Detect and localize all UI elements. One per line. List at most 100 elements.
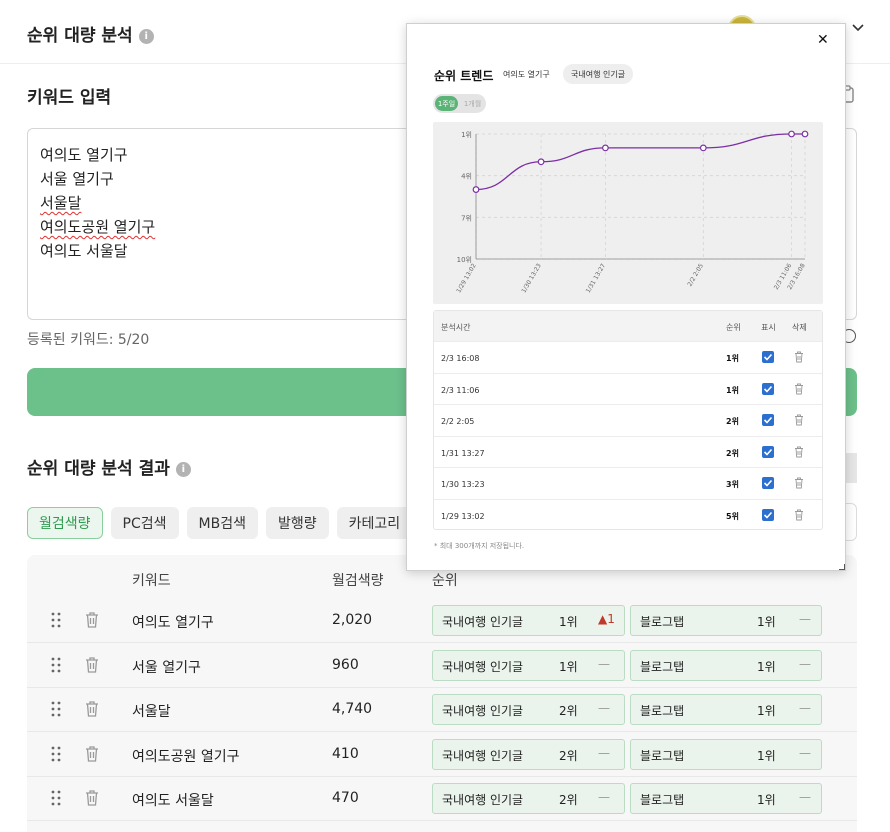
results-table: 키워드 월검색량 순위 여의도 열기구 2,020 국내여행 인기글 1위 ▲1 블로그탭… [27,555,857,832]
cell-keyword: 여의도공원 열기구 [132,748,240,765]
cell-volume: 960 [332,656,359,673]
toggle-week[interactable]: 1주일 [435,96,458,111]
rank-cell-blog[interactable]: 블로그탭 1위 — [630,783,822,815]
info-icon[interactable]: i [175,461,191,477]
trash-icon[interactable] [84,656,100,674]
rank-label: 국내여행 인기글 [442,659,524,674]
history-time: 2/2 2:05 [441,417,475,427]
rank-value: 1위 [757,748,776,763]
drag-handle-icon[interactable] [51,612,61,628]
show-checkbox[interactable] [762,477,774,490]
data-point[interactable] [601,144,609,152]
popup-category-badge: 국내여행 인기글 [563,64,634,84]
trash-icon[interactable] [84,611,100,629]
data-point[interactable] [801,130,809,138]
rank-cell-blog[interactable]: 블로그탭 1위 — [630,738,822,770]
drag-handle-icon[interactable] [51,790,61,806]
table-row: 서울달 4,740 국내여행 인기글 2위 — 블로그탭 1위 — [27,688,857,733]
history-rank: 3위 [726,480,739,490]
check-icon [763,353,773,361]
trash-icon[interactable] [84,789,100,807]
rank-value: 2위 [559,793,578,808]
y-tick-label: 4위 [461,173,472,181]
trash-icon[interactable] [794,414,804,426]
info-icon[interactable]: i [138,28,154,44]
history-col-time: 분석시간 [441,323,471,332]
rank-trend-popup: ✕ 순위 트렌드 여의도 열기구 국내여행 인기글 1주일 1개월 1위 4위 7위… [406,23,846,571]
filter-row: 월검색량 PC검색 MB검색 발행량 카테고리 [27,507,413,539]
show-checkbox[interactable] [762,509,774,521]
drag-handle-icon[interactable] [51,701,61,717]
drag-handle-icon[interactable] [51,657,61,673]
rank-label: 국내여행 인기글 [442,793,524,808]
rank-value: 2위 [559,704,578,719]
trash-icon[interactable] [84,700,100,718]
trash-icon[interactable] [794,383,804,395]
rank-change: — [598,745,610,760]
rank-cell-travel[interactable]: 국내여행 인기글 2위 — [432,738,625,770]
check-icon [763,511,773,519]
rank-change: — [598,656,610,671]
data-point[interactable] [537,158,545,166]
history-rank: 2위 [726,448,739,458]
filter-chip-posts[interactable]: 발행량 [265,507,329,539]
data-point[interactable] [472,186,480,193]
rank-value: 1위 [559,659,578,674]
data-point[interactable] [699,144,707,152]
drag-handle-icon[interactable] [51,746,61,762]
toggle-month[interactable]: 1개월 [461,96,484,111]
check-icon [763,385,773,393]
history-row: 1/31 13:27 2위 [434,435,822,468]
rank-cell-travel[interactable]: 국내여행 인기글 2위 — [432,783,625,815]
history-time: 2/3 11:06 [441,385,480,395]
rank-cell-blog[interactable]: 블로그탭 1위 — [630,605,822,636]
table-row: 여의도 열기구 2,020 국내여행 인기글 1위 ▲1 블로그탭 1위 — [27,599,857,643]
filter-chip-category[interactable]: 카테고리 [336,507,413,539]
rank-change: — [799,656,811,671]
rank-label: 국내여행 인기글 [442,615,524,629]
rank-label: 블로그탭 [640,659,685,674]
trash-icon[interactable] [794,351,804,363]
show-checkbox[interactable] [762,351,774,363]
resize-handle[interactable] [839,564,845,570]
rank-value: 1위 [757,659,776,674]
results-title-text: 순위 대량 분석 결과 [27,459,170,479]
history-row: 2/2 2:05 2위 [434,404,822,436]
series-line [475,133,805,191]
data-point[interactable] [788,130,795,138]
rank-cell-travel[interactable]: 국내여행 인기글 1위 — [432,649,625,681]
rank-cell-travel[interactable]: 국내여행 인기글 1위 ▲1 [432,605,625,636]
y-tick-label: 10위 [457,256,472,264]
keyword-input-title: 키워드 입력 [27,88,112,108]
filter-chip-pc[interactable]: PC검색 [110,507,179,539]
popup-note: * 최대 300개까지 저장됩니다. [434,542,525,550]
col-header-rank: 순위 [432,573,458,589]
trash-icon[interactable] [794,509,804,521]
show-checkbox[interactable] [762,445,774,458]
x-tick-label: 1/29 13:02 [455,262,477,294]
chevron-down-icon[interactable] [852,24,864,32]
filter-chip-mobile[interactable]: MB검색 [186,507,258,539]
table-row: 여의도 서울달 470 국내여행 인기글 2위 — 블로그탭 1위 — [27,777,857,822]
cell-volume: 4,740 [332,701,373,718]
trash-icon[interactable] [84,745,100,763]
cell-volume: 2,020 [332,612,373,628]
show-checkbox[interactable] [762,414,774,427]
period-toggle[interactable]: 1주일 1개월 [433,94,486,113]
y-tick-label: 7위 [461,214,472,222]
table-row: 서울 열기구 960 국내여행 인기글 1위 — 블로그탭 1위 — [27,644,857,688]
keyword-line-text: 여의도 서울달 [40,242,128,260]
rank-cell-travel[interactable]: 국내여행 인기글 2위 — [432,694,625,726]
history-row: 2/3 11:06 1위 [434,372,822,405]
cell-volume: 410 [332,745,359,762]
trash-icon[interactable] [794,446,804,458]
show-checkbox[interactable] [762,382,774,395]
filter-chip-monthly[interactable]: 월검색량 [27,507,103,539]
rank-label: 블로그탭 [640,793,685,808]
check-icon [763,417,773,424]
history-time: 2/3 16:08 [441,354,480,363]
rank-cell-blog[interactable]: 블로그탭 1위 — [630,649,822,681]
rank-cell-blog[interactable]: 블로그탭 1위 — [630,694,822,726]
trash-icon[interactable] [794,477,804,489]
close-icon[interactable]: ✕ [817,32,829,48]
